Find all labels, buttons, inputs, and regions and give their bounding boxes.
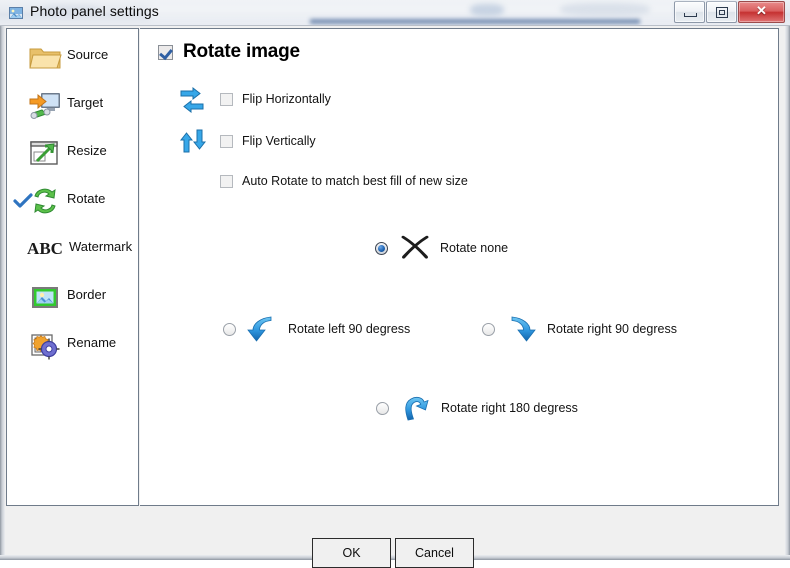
abc-text-icon: ABC [27,239,63,258]
sidebar-item-border[interactable]: Border [7,273,138,321]
photo-icon [8,5,24,21]
rotate-left-90-label: Rotate left 90 degress [288,322,411,336]
rotate-none-radio[interactable] [375,241,388,255]
flip-horizontally-checkbox[interactable] [220,92,233,106]
rotate-left-90-row[interactable]: Rotate left 90 degress [223,314,410,344]
sidebar-item-label: Rename [67,335,117,350]
cancel-button[interactable]: Cancel [395,538,474,568]
rotate-arrows-icon [27,183,63,219]
rotate-image-checkbox[interactable] [158,44,173,60]
close-button[interactable]: ✕ [738,1,785,23]
glass-blur-blob-2 [560,3,650,16]
flip-vertically-label: Flip Vertically [242,134,316,148]
photo-panel-settings-window: Photo panel settings ✕ Source Target Res… [0,0,790,568]
gear-squares-icon [27,327,63,363]
sidebar-item-source[interactable]: Source [7,33,138,81]
flip-vertical-icon [178,127,207,155]
glass-blur-blob-1 [470,4,504,16]
picture-border-icon [27,279,63,315]
window-controls: ✕ [673,1,785,23]
rotate-image-header[interactable]: Rotate image [158,41,300,63]
client-area: Source Target Resize Rotate ABC Watermar… [0,26,790,568]
sidebar-item-label: Resize [67,143,107,158]
maximize-button[interactable] [706,1,737,23]
sidebar-item-label: Border [67,287,107,302]
auto-rotate-row[interactable]: Auto Rotate to match best fill of new si… [220,174,468,188]
rotate-right-90-row[interactable]: Rotate right 90 degress [482,314,677,344]
auto-rotate-checkbox[interactable] [220,174,233,188]
sidebar-item-label: Rotate [67,191,106,206]
flip-vertically-row[interactable]: Flip Vertically [178,127,316,155]
sidebar-item-resize[interactable]: Resize [7,129,138,177]
rotate-right-90-radio[interactable] [482,322,495,336]
monitor-arrow-icon [27,87,63,123]
resize-arrow-icon [27,135,63,171]
window-frame-left [0,26,5,560]
x-mark-icon [398,233,432,263]
rotate-right-arrow-icon [505,314,539,344]
main-panel: Rotate image Flip Horizontally Flip Vert… [140,28,779,506]
auto-rotate-label: Auto Rotate to match best fill of new si… [242,174,468,188]
rotate-right-90-label: Rotate right 90 degress [547,322,677,336]
title-bar: Photo panel settings ✕ [0,0,790,26]
sidebar-item-label: Target [67,95,104,110]
ok-button[interactable]: OK [312,538,391,568]
window-frame-right [785,26,790,560]
sidebar-item-rotate[interactable]: Rotate [7,177,138,225]
maximize-icon [716,7,728,18]
flip-horizontally-label: Flip Horizontally [242,92,331,106]
sidebar-item-label: Source [67,47,109,62]
folder-icon [27,39,63,75]
sidebar-item-rename[interactable]: Rename [7,321,138,369]
close-icon: ✕ [756,3,767,18]
rotate-left-90-radio[interactable] [223,322,236,336]
window-title: Photo panel settings [30,3,159,19]
sidebar-item-watermark[interactable]: ABC Watermark [7,225,138,273]
flip-horizontal-icon [178,85,206,114]
rotate-none-row[interactable]: Rotate none [375,233,508,263]
minimize-icon [684,13,697,17]
rotate-none-label: Rotate none [440,241,509,255]
rotate-left-arrow-icon [246,314,280,344]
rotate-right-180-row[interactable]: Rotate right 180 degress [376,393,578,423]
rotate-right-180-radio[interactable] [376,401,389,415]
page-title: Rotate image [183,41,300,62]
sidebar-item-target[interactable]: Target [7,81,138,129]
minimize-button[interactable] [674,1,705,23]
sidebar-item-label: Watermark [69,239,133,254]
flip-horizontally-row[interactable]: Flip Horizontally [178,85,331,114]
sidebar: Source Target Resize Rotate ABC Watermar… [6,28,139,506]
rotate-180-arrow-icon [399,393,433,423]
flip-vertically-checkbox[interactable] [220,134,233,148]
glass-blur-stripe [310,19,640,24]
rotate-right-180-label: Rotate right 180 degress [441,401,578,415]
